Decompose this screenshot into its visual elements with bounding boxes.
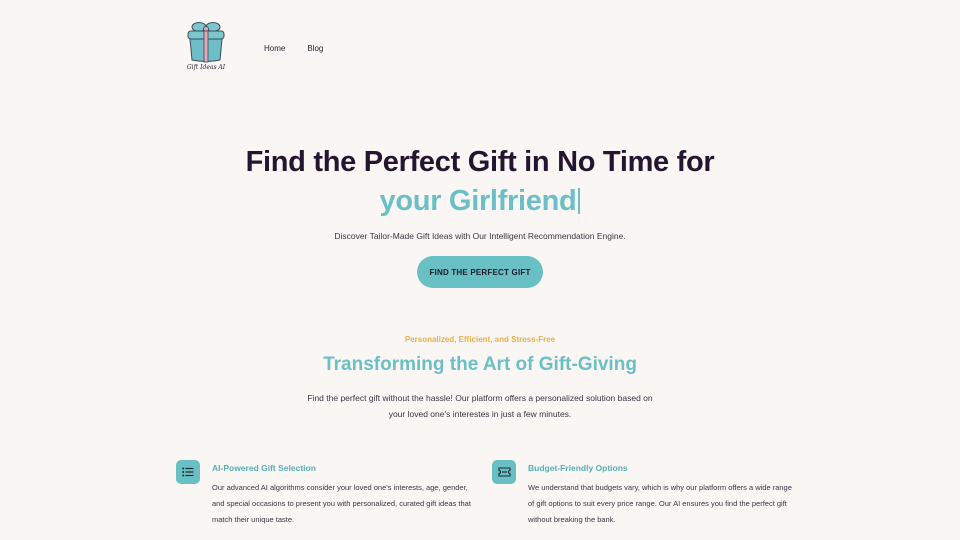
- hero-subtitle-wrap: your Girlfriend: [0, 185, 960, 218]
- typing-caret: [578, 188, 581, 214]
- logo-text: Gift Ideas AI: [186, 64, 226, 71]
- hero-description: Discover Tailor-Made Gift Ideas with Our…: [334, 231, 626, 241]
- main-nav: Home Blog: [264, 44, 323, 53]
- feature-body: Our advanced AI algorithms consider your…: [212, 483, 471, 524]
- feature-title: AI-Powered Gift Selection: [212, 463, 316, 473]
- hero-subtitle: your Girlfriend: [379, 185, 577, 217]
- nav-home-link[interactable]: Home: [264, 44, 285, 53]
- section-eyebrow: Personalized, Efficient, and Stress-Free: [404, 335, 556, 344]
- find-gift-button[interactable]: FIND THE PERFECT GIFT: [417, 256, 543, 288]
- list-icon: [176, 460, 200, 484]
- nav-blog-link[interactable]: Blog: [307, 44, 323, 53]
- ticket-icon: [492, 460, 516, 484]
- logo[interactable]: Gift Ideas AI: [182, 20, 230, 74]
- hero-title: Find the Perfect Gift in No Time for: [245, 146, 715, 178]
- section-description: Find the perfect gift without the hassle…: [307, 393, 653, 419]
- gift-box-icon: [187, 22, 225, 63]
- page: Gift Ideas AI Home Blog Find the Perfect…: [0, 0, 960, 540]
- feature-body: We understand that budgets vary, which i…: [528, 483, 792, 524]
- section-title: Transforming the Art of Gift-Giving: [323, 354, 637, 375]
- feature-title: Budget-Friendly Options: [528, 463, 628, 473]
